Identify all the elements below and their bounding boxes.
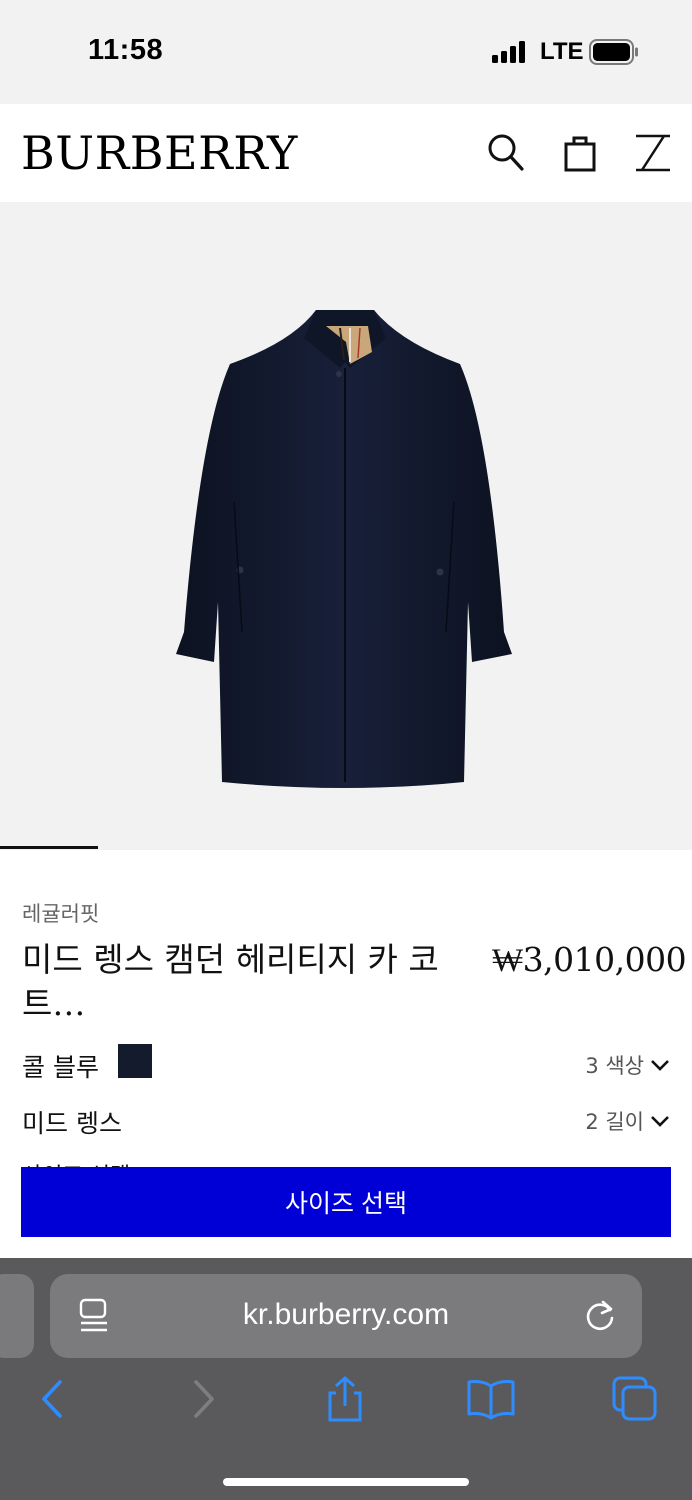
color-selector[interactable]: 콜 블루 3 색상	[22, 1044, 670, 1084]
address-bar[interactable]: kr.burberry.com	[50, 1274, 642, 1358]
back-arrow-icon[interactable]	[30, 1376, 76, 1422]
menu-icon[interactable]	[634, 132, 672, 174]
length-count: 2 길이	[585, 1110, 644, 1134]
reload-icon[interactable]	[584, 1298, 618, 1334]
product-fit: 레귤러핏	[22, 902, 100, 926]
share-icon[interactable]	[322, 1376, 368, 1422]
cellular-signal-icon	[492, 41, 525, 63]
status-time: 11:58	[88, 34, 164, 66]
search-icon[interactable]	[486, 132, 526, 174]
length-selector[interactable]: 미드 렝스 2 길이	[22, 1100, 670, 1140]
browser-toolbar: kr.burberry.com	[0, 1258, 692, 1500]
product-price: ₩3,010,000	[492, 940, 687, 979]
status-bar: 11:58 LTE	[0, 0, 692, 104]
product-title: 미드 렝스 캠던 헤리티지 카 코트…	[22, 940, 439, 1023]
forward-arrow-icon[interactable]	[180, 1376, 226, 1422]
burberry-logo[interactable]: BURBERRY	[21, 126, 298, 180]
color-swatch[interactable]	[118, 1044, 152, 1078]
product-image-coat	[176, 310, 512, 788]
url-text: kr.burberry.com	[242, 1298, 450, 1331]
home-indicator	[223, 1478, 469, 1486]
chevron-down-icon	[651, 1116, 669, 1127]
bookmarks-icon[interactable]	[466, 1376, 516, 1422]
length-count-toggle[interactable]: 2 길이	[585, 1106, 670, 1136]
product-image-carousel[interactable]	[0, 202, 692, 850]
color-count: 3 색상	[585, 1054, 644, 1078]
chevron-down-icon	[651, 1060, 669, 1071]
network-type: LTE	[540, 38, 584, 65]
carousel-progress-indicator	[0, 846, 98, 849]
color-count-toggle[interactable]: 3 색상	[585, 1050, 670, 1080]
tabs-icon[interactable]	[612, 1376, 658, 1422]
shopping-bag-icon[interactable]	[561, 132, 601, 174]
product-info-panel: 레귤러핏 미드 렝스 캠던 헤리티지 카 코트… ₩3,010,000 콜 블루…	[0, 850, 692, 1258]
battery-icon	[589, 39, 638, 65]
length-name: 미드 렝스	[22, 1109, 122, 1138]
select-size-button[interactable]: 사이즈 선택	[21, 1167, 671, 1237]
previous-tab-preview[interactable]	[0, 1274, 34, 1358]
color-name: 콜 블루	[22, 1053, 99, 1082]
site-header: BURBERRY	[0, 104, 692, 202]
